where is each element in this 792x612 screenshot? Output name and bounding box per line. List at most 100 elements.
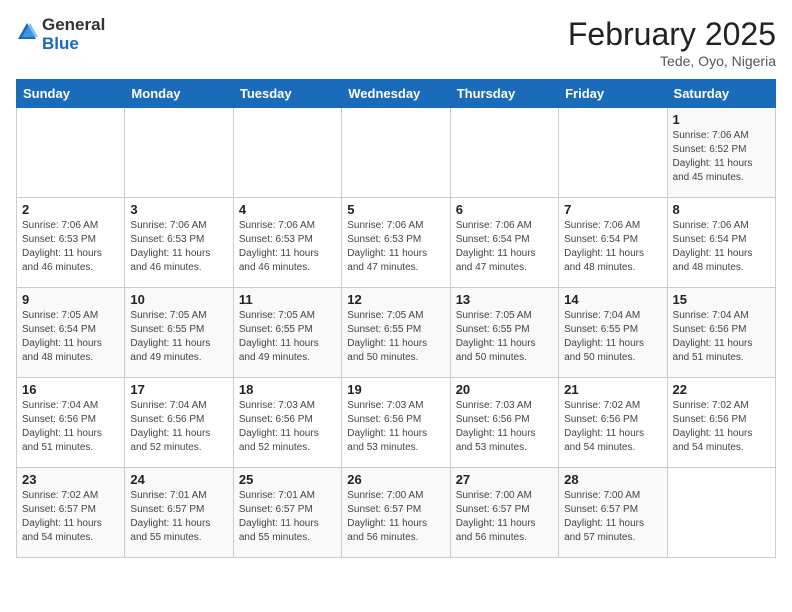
day-info: Sunrise: 7:05 AM Sunset: 6:54 PM Dayligh… [22,309,119,365]
day-number: 23 [22,472,119,487]
day-info: Sunrise: 7:06 AM Sunset: 6:54 PM Dayligh… [564,219,661,275]
day-number: 22 [673,382,770,397]
day-info: Sunrise: 7:05 AM Sunset: 6:55 PM Dayligh… [347,309,444,365]
day-info: Sunrise: 7:00 AM Sunset: 6:57 PM Dayligh… [456,489,553,545]
day-cell: 15Sunrise: 7:04 AM Sunset: 6:56 PM Dayli… [667,288,775,378]
day-cell: 24 Sunrise: 7:01 AM Sunset: 6:57 PM Dayli… [125,468,233,558]
day-info: Sunrise: 7:01 AM Sunset: 6:57 PM Dayligh… [239,489,336,545]
day-cell [450,108,558,198]
day-cell: 9 Sunrise: 7:05 AM Sunset: 6:54 PM Daylig… [17,288,125,378]
day-info: Sunrise: 7:03 AM Sunset: 6:56 PM Dayligh… [239,399,336,455]
day-info: Sunrise: 7:02 AM Sunset: 6:56 PM Dayligh… [564,399,661,455]
day-number: 12 [347,292,444,307]
day-info: Sunrise: 7:02 AM Sunset: 6:56 PM Dayligh… [673,399,770,455]
day-cell [233,108,341,198]
day-cell: 20 Sunrise: 7:03 AM Sunset: 6:56 PM Dayli… [450,378,558,468]
header-cell-tuesday: Tuesday [233,80,341,108]
day-number: 2 [22,202,119,217]
day-number: 13 [456,292,553,307]
day-number: 24 [130,472,227,487]
day-cell: 7 Sunrise: 7:06 AM Sunset: 6:54 PM Daylig… [559,198,667,288]
day-number: 7 [564,202,661,217]
day-cell: 14 Sunrise: 7:04 AM Sunset: 6:55 PM Dayli… [559,288,667,378]
day-number: 28 [564,472,661,487]
day-info: Sunrise: 7:05 AM Sunset: 6:55 PM Dayligh… [130,309,227,365]
day-number: 16 [22,382,119,397]
day-cell [125,108,233,198]
day-info: Sunrise: 7:04 AM Sunset: 6:56 PM Dayligh… [22,399,119,455]
title-block: February 2025 Tede, Oyo, Nigeria [568,16,776,69]
day-number: 11 [239,292,336,307]
day-info: Sunrise: 7:03 AM Sunset: 6:56 PM Dayligh… [456,399,553,455]
day-number: 26 [347,472,444,487]
day-cell: 10 Sunrise: 7:05 AM Sunset: 6:55 PM Dayli… [125,288,233,378]
header-row: SundayMondayTuesdayWednesdayThursdayFrid… [17,80,776,108]
day-cell: 8 Sunrise: 7:06 AM Sunset: 6:54 PM Daylig… [667,198,775,288]
day-info: Sunrise: 7:06 AM Sunset: 6:53 PM Dayligh… [239,219,336,275]
day-info: Sunrise: 7:03 AM Sunset: 6:56 PM Dayligh… [347,399,444,455]
day-number: 19 [347,382,444,397]
day-cell: 25 Sunrise: 7:01 AM Sunset: 6:57 PM Dayli… [233,468,341,558]
day-number: 27 [456,472,553,487]
day-number: 14 [564,292,661,307]
day-info: Sunrise: 7:00 AM Sunset: 6:57 PM Dayligh… [564,489,661,545]
header-cell-saturday: Saturday [667,80,775,108]
day-cell: 27 Sunrise: 7:00 AM Sunset: 6:57 PM Dayli… [450,468,558,558]
day-info: Sunrise: 7:04 AM Sunset: 6:56 PM Dayligh… [130,399,227,455]
day-cell: 11 Sunrise: 7:05 AM Sunset: 6:55 PM Dayli… [233,288,341,378]
day-cell: 12 Sunrise: 7:05 AM Sunset: 6:55 PM Dayli… [342,288,450,378]
header-cell-thursday: Thursday [450,80,558,108]
day-number: 20 [456,382,553,397]
header-cell-monday: Monday [125,80,233,108]
day-number: 15 [673,292,770,307]
day-number: 10 [130,292,227,307]
day-cell: 22 Sunrise: 7:02 AM Sunset: 6:56 PM Dayli… [667,378,775,468]
day-cell: 28 Sunrise: 7:00 AM Sunset: 6:57 PM Dayli… [559,468,667,558]
day-cell: 23 Sunrise: 7:02 AM Sunset: 6:57 PM Dayli… [17,468,125,558]
day-cell: 3Sunrise: 7:06 AM Sunset: 6:53 PM Daylig… [125,198,233,288]
page-header: General Blue February 2025 Tede, Oyo, Ni… [16,16,776,69]
day-cell: 17Sunrise: 7:04 AM Sunset: 6:56 PM Dayli… [125,378,233,468]
day-info: Sunrise: 7:06 AM Sunset: 6:54 PM Dayligh… [456,219,553,275]
day-info: Sunrise: 7:06 AM Sunset: 6:52 PM Dayligh… [673,129,770,185]
day-info: Sunrise: 7:06 AM Sunset: 6:54 PM Dayligh… [673,219,770,275]
day-cell [667,468,775,558]
day-info: Sunrise: 7:05 AM Sunset: 6:55 PM Dayligh… [239,309,336,365]
day-number: 9 [22,292,119,307]
day-cell [17,108,125,198]
day-number: 18 [239,382,336,397]
day-cell: 5 Sunrise: 7:06 AM Sunset: 6:53 PM Daylig… [342,198,450,288]
logo: General Blue [16,16,105,53]
day-number: 8 [673,202,770,217]
day-info: Sunrise: 7:06 AM Sunset: 6:53 PM Dayligh… [347,219,444,275]
day-number: 5 [347,202,444,217]
day-number: 21 [564,382,661,397]
day-cell [559,108,667,198]
day-cell [342,108,450,198]
day-cell: 16 Sunrise: 7:04 AM Sunset: 6:56 PM Dayli… [17,378,125,468]
day-number: 6 [456,202,553,217]
day-cell: 19 Sunrise: 7:03 AM Sunset: 6:56 PM Dayli… [342,378,450,468]
day-cell: 18 Sunrise: 7:03 AM Sunset: 6:56 PM Dayli… [233,378,341,468]
day-cell: 13 Sunrise: 7:05 AM Sunset: 6:55 PM Dayli… [450,288,558,378]
day-info: Sunrise: 7:02 AM Sunset: 6:57 PM Dayligh… [22,489,119,545]
logo-blue: Blue [42,35,105,54]
day-cell: 4 Sunrise: 7:06 AM Sunset: 6:53 PM Daylig… [233,198,341,288]
header-cell-wednesday: Wednesday [342,80,450,108]
day-cell: 6 Sunrise: 7:06 AM Sunset: 6:54 PM Daylig… [450,198,558,288]
month-title: February 2025 [568,16,776,53]
day-info: Sunrise: 7:00 AM Sunset: 6:57 PM Dayligh… [347,489,444,545]
header-cell-friday: Friday [559,80,667,108]
day-cell: 1 Sunrise: 7:06 AM Sunset: 6:52 PM Daylig… [667,108,775,198]
week-row-1: 1 Sunrise: 7:06 AM Sunset: 6:52 PM Daylig… [17,108,776,198]
day-number: 4 [239,202,336,217]
logo-icon [16,21,38,43]
day-number: 25 [239,472,336,487]
day-info: Sunrise: 7:01 AM Sunset: 6:57 PM Dayligh… [130,489,227,545]
day-info: Sunrise: 7:04 AM Sunset: 6:55 PM Dayligh… [564,309,661,365]
location: Tede, Oyo, Nigeria [568,53,776,69]
day-info: Sunrise: 7:05 AM Sunset: 6:55 PM Dayligh… [456,309,553,365]
day-number: 1 [673,112,770,127]
week-row-5: 23 Sunrise: 7:02 AM Sunset: 6:57 PM Dayli… [17,468,776,558]
week-row-2: 2 Sunrise: 7:06 AM Sunset: 6:53 PM Daylig… [17,198,776,288]
